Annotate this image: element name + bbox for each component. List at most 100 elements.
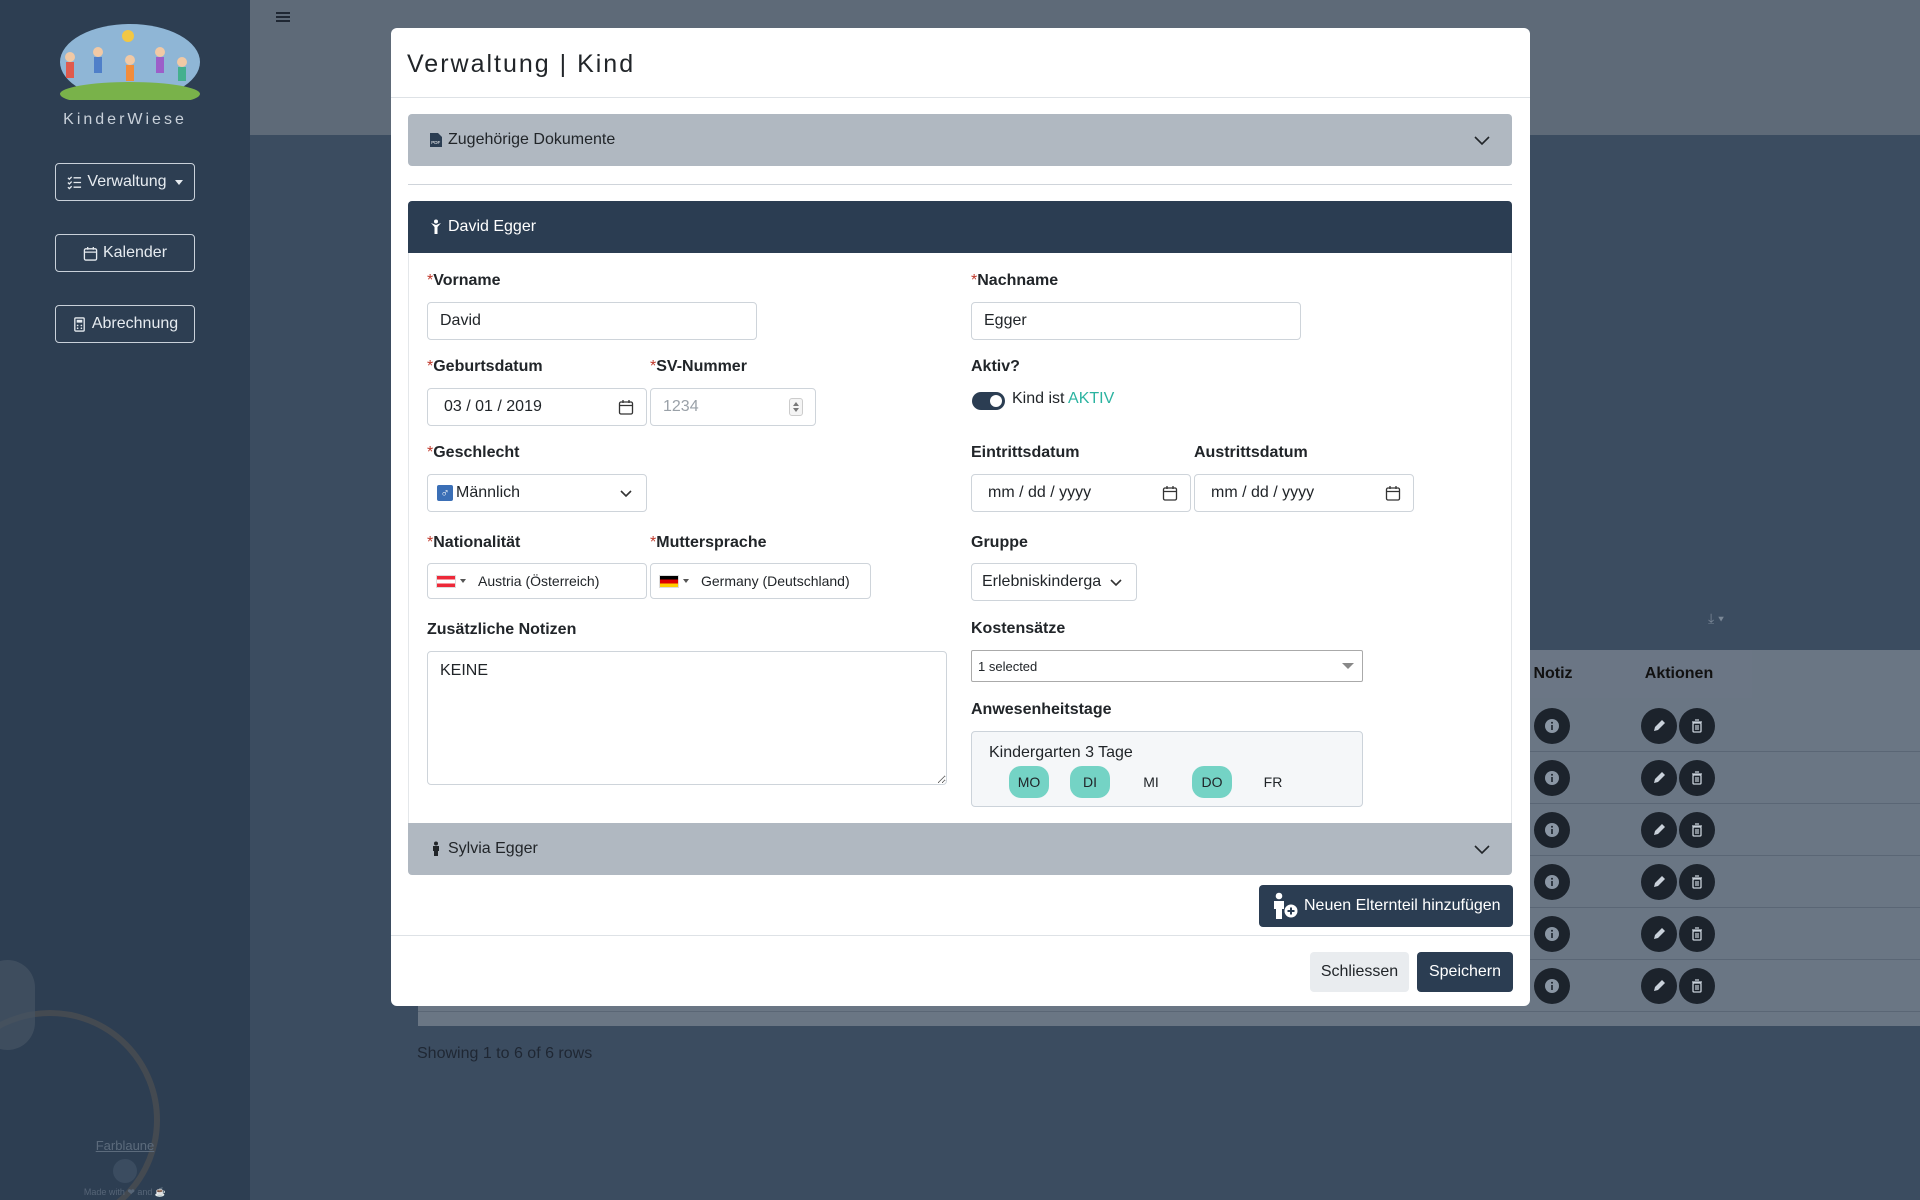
vorname-label: *Vorname [427, 272, 501, 289]
child-edit-modal: Verwaltung | Kind PDF Zugehörige Dokumen… [391, 28, 1530, 1006]
eintritt-value: mm / dd / yyyy [988, 484, 1092, 501]
sv-nummer-input[interactable]: 1234 [650, 388, 816, 426]
austritt-input[interactable]: mm / dd / yyyy [1194, 474, 1414, 512]
gruppe-select[interactable]: Erlebniskinderga [971, 563, 1137, 601]
gruppe-value: Erlebniskinderga [982, 573, 1102, 590]
caret-down-icon [460, 579, 466, 583]
kalender-label: Kalender [102, 244, 168, 261]
edit-icon[interactable] [1641, 708, 1677, 744]
info-icon[interactable] [1534, 916, 1570, 952]
kostensaetze-label: Kostensätze [971, 620, 1066, 637]
footer-divider [391, 935, 1530, 936]
verwaltung-label: Verwaltung [87, 173, 167, 190]
vorname-input[interactable]: David [427, 302, 757, 340]
number-spinner[interactable] [789, 398, 803, 416]
nationalitaet-label: *Nationalität [427, 534, 521, 551]
day-chip-do[interactable]: DO [1192, 766, 1232, 798]
column-header-aktionen[interactable]: Aktionen [1606, 650, 1752, 698]
abrechnung-button[interactable]: Abrechnung [55, 305, 195, 343]
day-chip-fr[interactable]: FR [1253, 766, 1293, 798]
parent-accordion-label: Sylvia Egger [448, 840, 538, 857]
sv-nummer-label: *SV-Nummer [650, 358, 747, 375]
chevron-down-icon [620, 490, 632, 498]
kalender-button[interactable]: Kalender [55, 234, 195, 272]
trash-icon[interactable] [1679, 760, 1715, 796]
geschlecht-value: Männlich [456, 484, 521, 501]
theme-toggle[interactable] [113, 1159, 137, 1183]
trash-icon[interactable] [1679, 812, 1715, 848]
trash-icon[interactable] [1679, 916, 1715, 952]
documents-accordion-label: Zugehörige Dokumente [448, 131, 616, 148]
hamburger-icon[interactable] [276, 10, 290, 24]
calculator-icon [74, 316, 85, 332]
person-icon [433, 841, 439, 856]
geschlecht-select[interactable]: ♂ Männlich [427, 474, 647, 512]
add-parent-button[interactable]: Neuen Elternteil hinzufügen [1259, 885, 1513, 927]
gruppe-label: Gruppe [971, 534, 1028, 551]
notizen-textarea[interactable] [427, 651, 947, 785]
info-icon[interactable] [1534, 708, 1570, 744]
caret-down-icon [1342, 663, 1354, 669]
info-icon[interactable] [1534, 760, 1570, 796]
info-icon[interactable] [1534, 968, 1570, 1004]
nationalitaet-select[interactable]: Austria (Österreich) [427, 563, 647, 599]
edit-icon[interactable] [1641, 812, 1677, 848]
child-accordion-label: David Egger [448, 218, 537, 235]
muttersprache-label: *Muttersprache [650, 534, 767, 551]
calendar-icon[interactable] [1162, 485, 1178, 501]
trash-icon[interactable] [1679, 968, 1715, 1004]
aktiv-toggle[interactable] [972, 392, 1005, 410]
aktiv-label: Aktiv? [971, 358, 1020, 375]
sidebar: KinderWiese Verwaltung Kalender Abrechnu… [0, 0, 250, 1200]
austritt-label: Austrittsdatum [1194, 444, 1308, 461]
day-chip-mi[interactable]: MI [1131, 766, 1171, 798]
add-parent-label: Neuen Elternteil hinzufügen [1304, 897, 1501, 914]
edit-icon[interactable] [1641, 760, 1677, 796]
info-icon[interactable] [1534, 812, 1570, 848]
aktiv-status: AKTIV [1068, 390, 1115, 407]
documents-accordion[interactable]: PDF Zugehörige Dokumente [408, 114, 1512, 166]
verwaltung-button[interactable]: Verwaltung [55, 163, 195, 201]
edit-icon[interactable] [1641, 864, 1677, 900]
close-button[interactable]: Schliessen [1310, 952, 1409, 992]
chevron-down-icon [1474, 845, 1490, 855]
cloud-decoration [0, 960, 35, 1050]
day-chip-mo[interactable]: MO [1009, 766, 1049, 798]
header-divider [391, 97, 1530, 98]
chevron-down-icon [1110, 579, 1122, 587]
anwesenheit-plan: Kindergarten 3 Tage [989, 744, 1133, 761]
calendar-icon[interactable] [618, 399, 634, 415]
parent-accordion[interactable]: Sylvia Egger [408, 823, 1512, 875]
farblaune-link[interactable]: Farblaune [0, 1138, 250, 1153]
child-accordion[interactable]: David Egger [408, 201, 1512, 253]
caret-down-icon [174, 179, 183, 185]
notizen-label: Zusätzliche Notizen [427, 621, 577, 638]
edit-icon[interactable] [1641, 968, 1677, 1004]
svg-text:PDF: PDF [431, 140, 440, 145]
child-icon [431, 219, 441, 234]
list-check-icon [67, 175, 82, 190]
save-button[interactable]: Speichern [1417, 952, 1513, 992]
nachname-input[interactable]: Egger [971, 302, 1301, 340]
edit-icon[interactable] [1641, 916, 1677, 952]
day-chip-di[interactable]: DI [1070, 766, 1110, 798]
made-with-text: Made with ❤ and ☕ [83, 1187, 167, 1197]
pdf-file-icon: PDF [430, 133, 442, 147]
austritt-value: mm / dd / yyyy [1211, 484, 1315, 501]
chevron-down-icon [1474, 136, 1490, 146]
download-icon[interactable]: ⤓ ▾ [1708, 610, 1724, 627]
kostensaetze-multiselect[interactable]: 1 selected [971, 650, 1363, 682]
calendar-icon[interactable] [1385, 485, 1401, 501]
info-icon[interactable] [1534, 864, 1570, 900]
caret-down-icon [683, 579, 689, 583]
germany-flag-icon [659, 574, 679, 588]
muttersprache-select[interactable]: Germany (Deutschland) [650, 563, 871, 599]
abrechnung-label: Abrechnung [91, 315, 179, 332]
eintritt-input[interactable]: mm / dd / yyyy [971, 474, 1191, 512]
trash-icon[interactable] [1679, 864, 1715, 900]
trash-icon[interactable] [1679, 708, 1715, 744]
geburtsdatum-input[interactable]: 03 / 01 / 2019 [427, 388, 647, 426]
anwesenheit-box: Kindergarten 3 Tage MO DI MI DO FR [971, 731, 1363, 807]
brand-name: KinderWiese [63, 111, 187, 128]
austria-flag-icon [436, 574, 456, 588]
